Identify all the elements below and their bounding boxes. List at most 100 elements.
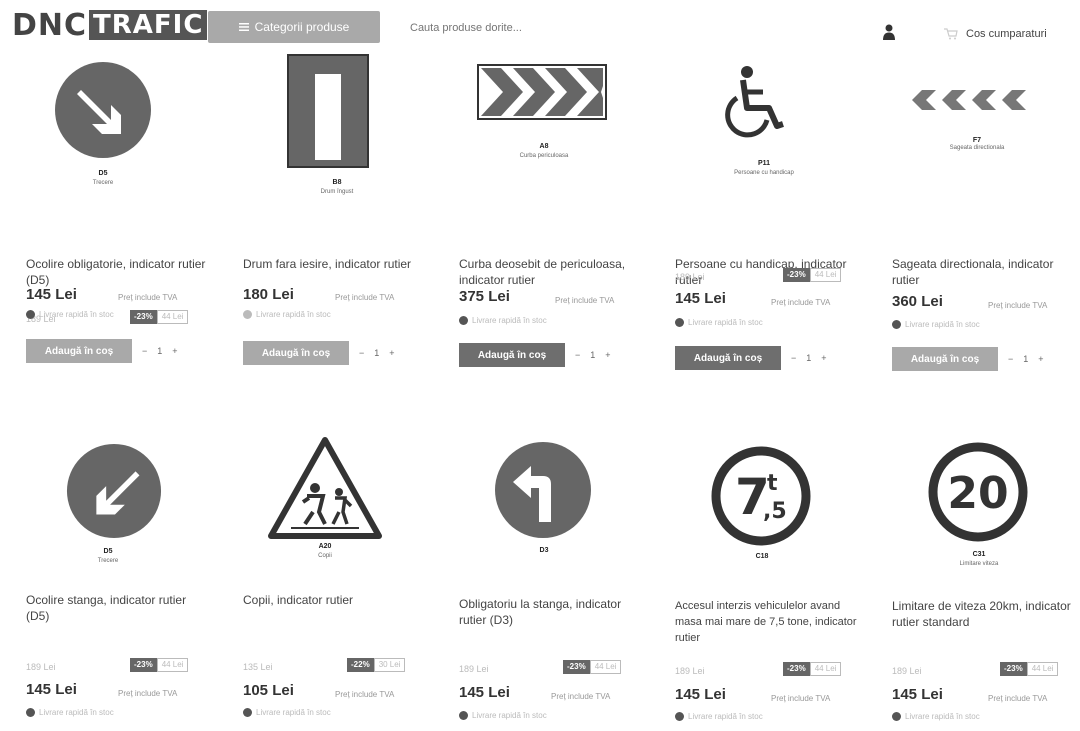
plus-icon[interactable]: + bbox=[605, 350, 610, 360]
qty-value: 1 bbox=[806, 353, 812, 363]
vat-note: Preț include TVA bbox=[118, 689, 178, 698]
minus-icon[interactable]: − bbox=[575, 350, 580, 360]
minus-icon[interactable]: − bbox=[359, 348, 364, 358]
sign-code: C18 bbox=[755, 553, 769, 560]
product-card[interactable]: 7 t ,5 C18 Accesul interzis vehiculelor … bbox=[667, 392, 867, 722]
sign-subcode: Sageata directionala bbox=[949, 145, 1005, 151]
user-icon[interactable] bbox=[882, 24, 896, 40]
speed-limit-sign-icon: 20 bbox=[928, 442, 1028, 542]
sign-code: B8 bbox=[332, 179, 342, 186]
product-image[interactable] bbox=[451, 392, 651, 542]
add-to-cart-button[interactable]: Adaugă în coș bbox=[459, 343, 565, 367]
vat-note: Preț include TVA bbox=[771, 298, 831, 307]
sign-code: A20 bbox=[318, 543, 332, 550]
cart-link[interactable]: Cos cumparaturi bbox=[944, 28, 1047, 40]
product-card[interactable]: B8 Drum îngust Drum fara iesire, indicat… bbox=[235, 52, 435, 382]
quantity-stepper[interactable]: −1 + bbox=[142, 346, 178, 356]
sign-code: D5 bbox=[98, 170, 108, 177]
add-to-cart-button[interactable]: Adaugă în coș bbox=[892, 347, 998, 371]
product-name[interactable]: Copii, indicator rutier bbox=[243, 592, 428, 608]
vat-note: Preț include TVA bbox=[988, 694, 1048, 703]
quantity-stepper[interactable]: −1 + bbox=[359, 348, 395, 358]
product-name[interactable]: Curba deosebit de periculoasa, indicator… bbox=[459, 256, 644, 288]
weight-sup: t bbox=[767, 471, 778, 496]
quantity-stepper[interactable]: −1 + bbox=[791, 353, 827, 363]
stock-status: Livrare rapidă în stoc bbox=[243, 310, 331, 319]
speed-value: 20 bbox=[947, 468, 1008, 519]
discount-amount: 44 Lei bbox=[589, 660, 622, 674]
discount-amount: 44 Lei bbox=[156, 658, 189, 672]
old-price: 189 Lei bbox=[26, 662, 56, 672]
product-name[interactable]: Ocolire obligatorie, indicator rutier (D… bbox=[26, 256, 211, 288]
add-to-cart-button[interactable]: Adaugă în coș bbox=[243, 341, 349, 365]
product-name[interactable]: Limitare de viteza 20km, indicator rutie… bbox=[892, 598, 1077, 630]
cart-icon bbox=[944, 28, 958, 40]
discount-percent: -23% bbox=[783, 662, 810, 676]
add-to-cart-button[interactable]: Adaugă în coș bbox=[675, 346, 781, 370]
discount-badge: -23% 44 Lei bbox=[563, 660, 622, 674]
product-name[interactable]: Sageata directionala, indicator rutier bbox=[892, 256, 1077, 288]
plus-icon[interactable]: + bbox=[172, 346, 177, 356]
product-name[interactable]: Obligatoriu la stanga, indicator rutier … bbox=[459, 596, 644, 628]
price: 145 Lei bbox=[675, 290, 726, 307]
discount-badge: -23% 44 Lei bbox=[130, 310, 189, 324]
discount-badge: -23% 44 Lei bbox=[1000, 662, 1059, 676]
logo-trafic: TRAFIC bbox=[89, 10, 208, 40]
discount-percent: -23% bbox=[130, 658, 157, 672]
sign-subcode: Copii bbox=[318, 553, 332, 559]
product-image[interactable] bbox=[18, 392, 218, 542]
plus-icon[interactable]: + bbox=[1038, 354, 1043, 364]
price: 145 Lei bbox=[675, 686, 726, 703]
minus-icon[interactable]: − bbox=[1008, 354, 1013, 364]
product-image[interactable] bbox=[235, 392, 435, 542]
turn-left-sign-icon bbox=[495, 442, 591, 538]
discount-percent: -23% bbox=[783, 268, 810, 282]
add-to-cart-button[interactable]: Adaugă în coș bbox=[26, 339, 132, 363]
weight-limit-sign-icon: 7 t ,5 bbox=[711, 446, 811, 546]
check-icon bbox=[459, 711, 468, 720]
product-card[interactable]: D5 Trecere Ocolire stanga, indicator rut… bbox=[18, 392, 218, 722]
product-card[interactable]: P11 Persoane cu handicap Persoane cu han… bbox=[667, 52, 867, 382]
categories-button[interactable]: Categorii produse bbox=[208, 11, 380, 43]
vat-note: Preț include TVA bbox=[988, 301, 1048, 310]
sign-subcode: Curba periculoasa bbox=[519, 153, 569, 159]
vat-note: Preț include TVA bbox=[555, 296, 615, 305]
product-card[interactable]: A20 Copii Copii, indicator rutier 135 Le… bbox=[235, 392, 435, 722]
vat-note: Preț include TVA bbox=[118, 293, 178, 302]
chevron-curve-sign-icon bbox=[477, 64, 607, 120]
product-name[interactable]: Drum fara iesire, indicator rutier bbox=[243, 256, 428, 272]
product-card[interactable]: A8 Curba periculoasa Curba deosebit de p… bbox=[451, 52, 651, 382]
product-card[interactable]: D5 Trecere Ocolire obligatorie, indicato… bbox=[18, 52, 218, 382]
quantity-stepper[interactable]: −1 + bbox=[1008, 354, 1044, 364]
product-image[interactable] bbox=[667, 52, 867, 202]
plus-icon[interactable]: + bbox=[389, 348, 394, 358]
check-icon bbox=[892, 320, 901, 329]
check-icon bbox=[243, 708, 252, 717]
weight-sub: ,5 bbox=[763, 499, 787, 524]
old-price: 189 Lei bbox=[675, 272, 705, 282]
discount-badge: -23% 44 Lei bbox=[783, 268, 842, 282]
discount-badge: -22% 30 Lei bbox=[347, 658, 406, 672]
product-image[interactable]: 7 t ,5 bbox=[667, 392, 867, 546]
plus-icon[interactable]: + bbox=[821, 353, 826, 363]
product-name[interactable]: Accesul interzis vehiculelor avand masa … bbox=[675, 598, 860, 646]
check-icon bbox=[459, 316, 468, 325]
product-card[interactable]: D3 Obligatoriu la stanga, indicator ruti… bbox=[451, 392, 651, 722]
header: DNC TRAFIC Categorii produse Cos cumpara… bbox=[0, 0, 1080, 52]
product-image[interactable] bbox=[884, 52, 1080, 202]
product-name[interactable]: Ocolire stanga, indicator rutier (D5) bbox=[26, 592, 211, 624]
minus-icon[interactable]: − bbox=[791, 353, 796, 363]
logo[interactable]: DNC TRAFIC bbox=[12, 8, 208, 43]
product-image[interactable] bbox=[451, 52, 651, 202]
directional-arrows-sign-icon bbox=[912, 90, 1026, 110]
product-card[interactable]: 20 C31 Limitare viteza Limitare de vitez… bbox=[884, 392, 1080, 722]
discount-amount: 44 Lei bbox=[156, 310, 189, 324]
sign-subcode: Drum îngust bbox=[320, 189, 354, 195]
search-input[interactable] bbox=[410, 16, 710, 40]
price: 360 Lei bbox=[892, 293, 943, 310]
product-card[interactable]: F7 Sageata directionala Sageata directio… bbox=[884, 52, 1080, 382]
minus-icon[interactable]: − bbox=[142, 346, 147, 356]
product-image[interactable]: 20 bbox=[884, 392, 1080, 542]
check-icon bbox=[26, 708, 35, 717]
quantity-stepper[interactable]: −1 + bbox=[575, 350, 611, 360]
